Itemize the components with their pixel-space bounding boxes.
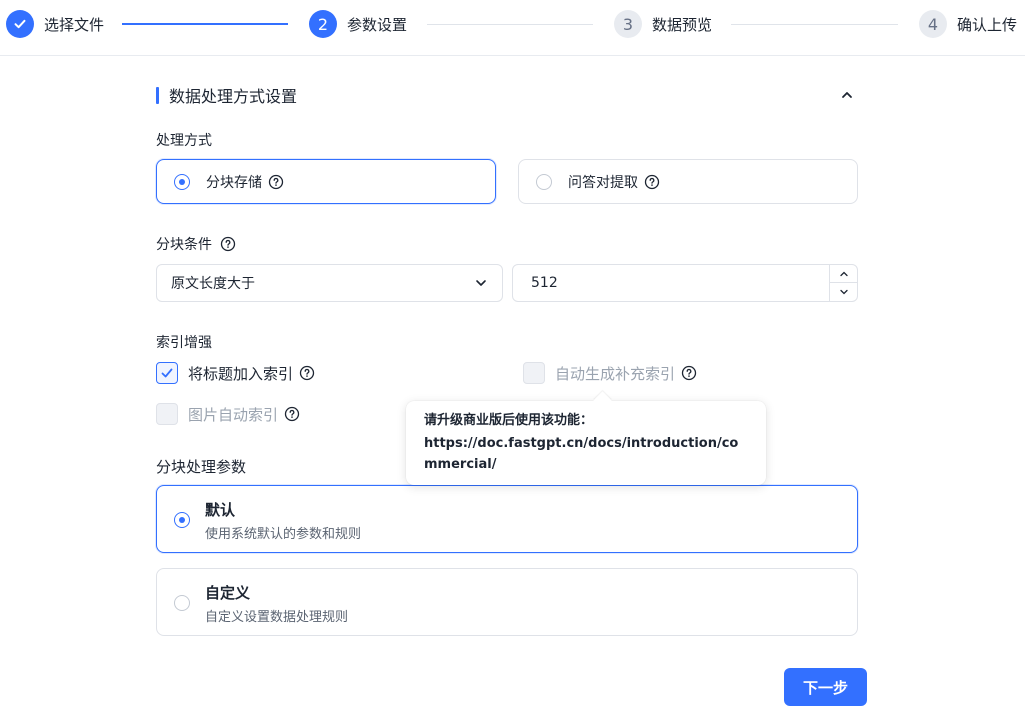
section-title: 数据处理方式设置 [169,87,298,106]
step-number: 2 [309,10,337,38]
radio-button[interactable] [536,173,552,190]
step-params[interactable]: 2 参数设置 [309,10,407,38]
chunk-param-custom[interactable]: 自定义 自定义设置数据处理规则 [156,568,858,636]
step-label: 确认上传 [957,15,1018,34]
check-icon [6,10,34,38]
index-option-image[interactable]: 图片自动索引 [156,402,300,426]
checkbox-label: 将标题加入索引 [188,364,294,383]
index-option-title[interactable]: 将标题加入索引 [156,361,315,385]
processing-option-chunk[interactable]: 分块存储 [156,159,496,204]
option-label: 分块存储 [206,174,262,191]
chunk-condition-label-row: 分块条件 [156,234,236,254]
chevron-up-icon [839,271,848,276]
collapse-button[interactable] [836,84,858,106]
option-description: 使用系统默认的参数和规则 [205,527,362,542]
checkbox[interactable] [156,362,178,384]
help-icon[interactable] [268,174,284,190]
option-label: 问答对提取 [568,174,638,191]
step-preview[interactable]: 3 数据预览 [614,10,712,38]
step-number: 4 [919,10,947,38]
upgrade-tooltip: 请升级商业版后使用该功能： https://doc.fastgpt.cn/doc… [406,401,766,485]
next-button[interactable]: 下一步 [784,668,867,706]
chunk-size-input[interactable]: 512 [512,264,858,302]
tooltip-link[interactable]: https://doc.fastgpt.cn/docs/introduction… [424,433,748,475]
step-label: 参数设置 [347,15,408,34]
step-label: 数据预览 [652,15,713,34]
help-icon[interactable] [681,365,697,381]
step-select-file[interactable]: 选择文件 [6,10,104,38]
help-icon[interactable] [284,406,300,422]
step-label: 选择文件 [44,15,105,34]
chunk-param-default[interactable]: 默认 使用系统默认的参数和规则 [156,485,858,553]
check-icon [161,368,173,378]
index-enhance-label: 索引增强 [156,335,212,351]
step-connector [427,24,593,25]
section-accent-bar [156,86,159,104]
step-connector [731,24,898,25]
chunk-params-label: 分块处理参数 [156,458,247,476]
chevron-down-icon [839,289,848,295]
step-connector [122,23,288,25]
chevron-down-icon [476,280,486,286]
increment-button[interactable] [830,265,857,283]
index-option-auto[interactable]: 自动生成补充索引 [523,361,697,385]
radio-button[interactable] [174,595,190,611]
checkbox[interactable] [156,403,178,425]
processing-label: 处理方式 [156,133,212,149]
checkbox-label: 图片自动索引 [188,405,279,424]
number-stepper [829,265,857,301]
option-title: 默认 [205,501,236,519]
number-value: 512 [531,275,558,291]
checkbox[interactable] [523,362,545,384]
chunk-condition-select[interactable]: 原文长度大于 [156,264,503,302]
processing-option-qa[interactable]: 问答对提取 [518,159,858,204]
section-header: 数据处理方式设置 [156,84,297,106]
option-title: 自定义 [205,584,251,602]
step-confirm-upload[interactable]: 4 确认上传 [919,10,1017,38]
step-number: 3 [614,10,642,38]
chunk-condition-label: 分块条件 [156,237,212,253]
select-value: 原文长度大于 [171,276,255,292]
tooltip-title: 请升级商业版后使用该功能： [424,413,594,428]
help-icon[interactable] [220,236,236,252]
decrement-button[interactable] [830,283,857,301]
radio-button[interactable] [174,512,190,528]
option-description: 自定义设置数据处理规则 [205,610,349,625]
chevron-up-icon [842,92,852,98]
wizard-stepper: 选择文件 2 参数设置 3 数据预览 4 确认上传 [0,0,1025,56]
help-icon[interactable] [644,174,660,190]
help-icon[interactable] [299,365,315,381]
checkbox-label: 自动生成补充索引 [555,364,676,383]
radio-button[interactable] [174,173,190,190]
